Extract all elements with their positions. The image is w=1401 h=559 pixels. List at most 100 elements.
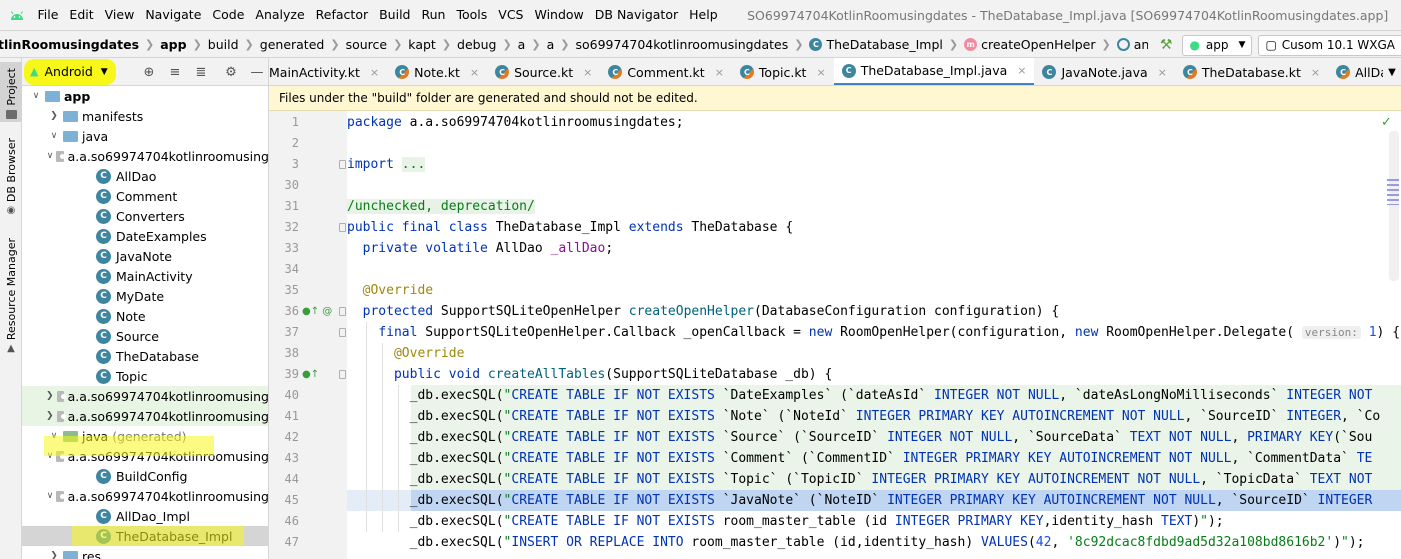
scrollbar[interactable] xyxy=(1389,131,1399,281)
close-icon[interactable]: × xyxy=(583,66,592,79)
breadcrumb-item[interactable]: a ❯ xyxy=(518,37,547,52)
breadcrumb-item[interactable]: so69974704kotlinroomusingdates ❯ xyxy=(575,37,809,52)
breadcrumb-item[interactable]: a ❯ xyxy=(547,37,576,52)
fold-icon[interactable] xyxy=(339,307,346,316)
hammer-icon[interactable]: ⚒ xyxy=(1160,37,1173,53)
menu-item-analyze[interactable]: Analyze xyxy=(250,0,310,30)
tab-thedatabase-kt[interactable]: C TheDatabase.kt × xyxy=(1175,58,1328,85)
tree-item[interactable]: ❯ a.a.so69974704kotlinroomusing xyxy=(22,386,268,406)
tree-item[interactable]: C Note xyxy=(22,306,268,326)
tree-item[interactable]: C AllDao xyxy=(22,166,268,186)
code-line[interactable]: _db.execSQL("CREATE TABLE IF NOT EXISTS … xyxy=(347,427,1373,448)
code-line[interactable]: import ... xyxy=(347,154,426,175)
chevron-right-icon[interactable]: ❯ xyxy=(48,551,60,559)
tree-item[interactable]: ∨ a.a.so69974704kotlinroomusing xyxy=(22,486,268,506)
chevron-down-icon[interactable]: ∨ xyxy=(47,491,54,501)
breadcrumb-item[interactable]: source ❯ xyxy=(346,37,409,52)
code-line[interactable]: _db.execSQL("CREATE TABLE IF NOT EXISTS … xyxy=(347,448,1373,469)
menu-item-edit[interactable]: Edit xyxy=(64,0,99,30)
menu-item-build[interactable]: Build xyxy=(374,0,416,30)
code-editor[interactable]: 1 2 3 30 31 32 33 34 35 36 37 38 39 40 41 42 43 44 45 46 47 ●… xyxy=(269,111,1401,559)
menu-item-run[interactable]: Run xyxy=(416,0,451,30)
breadcrumb-item[interactable]: debug ❯ xyxy=(457,37,518,52)
chevron-right-icon[interactable]: ❯ xyxy=(46,391,54,401)
tree-item[interactable]: C Topic xyxy=(22,366,268,386)
chevron-right-icon[interactable]: ❯ xyxy=(46,411,54,421)
menu-item-db-navigator[interactable]: DB Navigator xyxy=(589,0,683,30)
close-icon[interactable]: × xyxy=(1311,66,1320,79)
code-line[interactable]: _db.execSQL("CREATE TABLE IF NOT EXISTS … xyxy=(347,385,1373,406)
tree-item[interactable]: C Source xyxy=(22,326,268,346)
code-line[interactable]: _db.execSQL("CREATE TABLE IF NOT EXISTS … xyxy=(347,469,1373,490)
chevron-right-icon[interactable]: ❯ xyxy=(48,111,60,121)
locate-icon[interactable]: ⊕ xyxy=(136,65,162,80)
breadcrumb-item[interactable]: m createOpenHelper ❯ xyxy=(964,37,1117,52)
expand-all-icon[interactable]: ≡ xyxy=(162,65,188,80)
code-line[interactable]: protected SupportSQLiteOpenHelper create… xyxy=(347,301,1060,322)
override-icon[interactable]: ●↑ @ xyxy=(302,301,332,322)
tree-item[interactable]: C BuildConfig xyxy=(22,466,268,486)
code-line[interactable]: /unchecked, deprecation/ xyxy=(347,196,535,217)
tree-item[interactable]: ❯ res xyxy=(22,546,268,559)
menu-item-code[interactable]: Code xyxy=(207,0,250,30)
breadcrumb-item[interactable]: kapt ❯ xyxy=(408,37,457,52)
override-icon[interactable]: ●↑ xyxy=(302,364,319,385)
collapse-all-icon[interactable]: ≣ xyxy=(188,65,214,80)
breadcrumb-item[interactable]: C TheDatabase_Impl ❯ xyxy=(809,37,964,52)
menu-item-vcs[interactable]: VCS xyxy=(493,0,529,30)
tab-source-kt[interactable]: C Source.kt × xyxy=(487,58,600,85)
run-configuration-select[interactable]: ● app ▼ xyxy=(1182,34,1253,56)
close-icon[interactable]: × xyxy=(715,66,724,79)
chevron-down-icon[interactable]: ▼ xyxy=(1383,58,1401,85)
menu-item-help[interactable]: Help xyxy=(684,0,724,30)
gear-icon[interactable]: ⚙ xyxy=(218,65,244,80)
close-icon[interactable]: × xyxy=(370,66,379,79)
fold-icon[interactable] xyxy=(339,370,346,379)
close-icon[interactable]: × xyxy=(816,66,825,79)
device-select[interactable]: ▢ Cusom 10.1 WXGA xyxy=(1258,34,1401,56)
fold-icon[interactable] xyxy=(339,328,346,337)
tree-item[interactable]: ∨ a.a.so69974704kotlinroomusing xyxy=(22,146,268,166)
code-line[interactable]: final SupportSQLiteOpenHelper.Callback _… xyxy=(347,322,1400,343)
tree-item[interactable]: ∨ java xyxy=(22,126,268,146)
tab-mainactivity-kt[interactable]: MainActivity.kt × xyxy=(269,58,387,85)
tree-item[interactable]: C TheDatabase xyxy=(22,346,268,366)
breadcrumb-item[interactable]: app ❯ xyxy=(160,37,208,52)
menu-item-navigate[interactable]: Navigate xyxy=(140,0,207,30)
code-line[interactable]: _db.execSQL("INSERT OR REPLACE INTO room… xyxy=(347,532,1365,553)
code-line[interactable]: _db.execSQL("CREATE TABLE IF NOT EXISTS … xyxy=(347,511,1224,532)
code-line[interactable]: @Override xyxy=(347,343,464,364)
close-icon[interactable]: × xyxy=(1017,64,1026,77)
tree-item[interactable]: C DateExamples xyxy=(22,226,268,246)
close-icon[interactable]: × xyxy=(470,66,479,79)
tab-javanote-java[interactable]: C JavaNote.java × xyxy=(1034,58,1174,85)
menu-item-refactor[interactable]: Refactor xyxy=(310,0,373,30)
tree-item[interactable]: C MyDate xyxy=(22,286,268,306)
code-line[interactable]: public void createAllTables(SupportSQLit… xyxy=(347,364,832,385)
breadcrumb-item[interactable]: generated ❯ xyxy=(260,37,346,52)
code-line[interactable]: @Override xyxy=(347,280,433,301)
tree-item[interactable]: C MainActivity xyxy=(22,266,268,286)
tree-item[interactable]: C JavaNote xyxy=(22,246,268,266)
breadcrumb-item[interactable]: build ❯ xyxy=(208,37,260,52)
tab-db-browser[interactable]: DB Browser ◉ xyxy=(0,138,22,218)
code-line[interactable]: _db.execSQL("CREATE TABLE IF NOT EXISTS … xyxy=(347,490,1373,511)
tree-item[interactable]: ∨ app xyxy=(22,86,268,106)
tree-item[interactable]: ❯ manifests xyxy=(22,106,268,126)
tab-resource-manager[interactable]: Resource Manager ▲ xyxy=(0,238,22,354)
tree-item[interactable]: C Comment xyxy=(22,186,268,206)
close-icon[interactable]: × xyxy=(1158,66,1167,79)
menu-item-view[interactable]: View xyxy=(99,0,140,30)
tab-comment-kt[interactable]: C Comment.kt × xyxy=(600,58,732,85)
chevron-down-icon[interactable]: ∨ xyxy=(30,91,42,101)
tab-project[interactable]: Project xyxy=(0,62,22,122)
menu-item-tools[interactable]: Tools xyxy=(451,0,493,30)
hide-icon[interactable]: — xyxy=(244,65,268,80)
menu-item-window[interactable]: Window xyxy=(529,0,589,30)
tab-topic-kt[interactable]: C Topic.kt × xyxy=(732,58,834,85)
code-line[interactable]: _db.execSQL("CREATE TABLE IF NOT EXISTS … xyxy=(347,406,1381,427)
tree-item[interactable]: C Converters xyxy=(22,206,268,226)
menu-item-file[interactable]: File xyxy=(32,0,64,30)
tab-note-kt[interactable]: C Note.kt × xyxy=(387,58,487,85)
code-line[interactable]: public final class TheDatabase_Impl exte… xyxy=(347,217,793,238)
